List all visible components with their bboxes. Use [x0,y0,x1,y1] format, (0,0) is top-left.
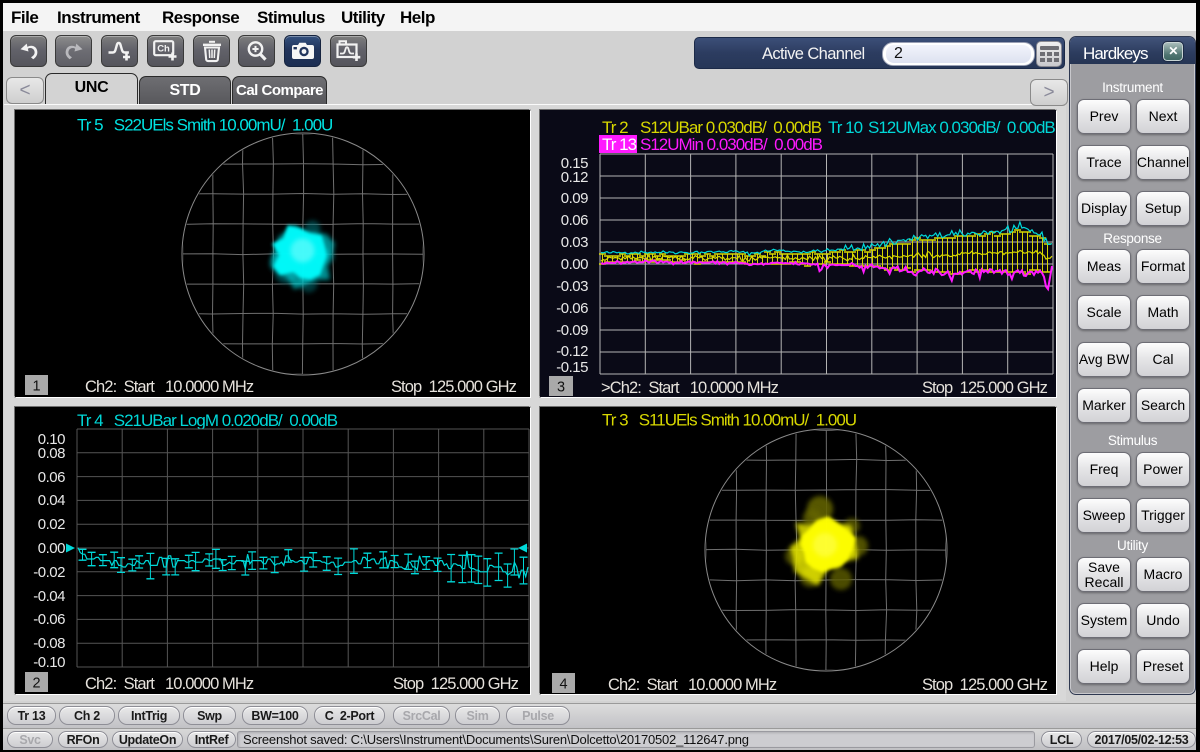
svg-text:Stop 125.000 GHz: Stop 125.000 GHz [393,675,519,693]
svg-text:-0.06: -0.06 [33,611,65,628]
svg-text:0.06: 0.06 [38,469,65,486]
svg-text:-0.15: -0.15 [556,359,588,376]
svg-text:0.09: 0.09 [561,190,588,207]
svg-text:0.02: 0.02 [38,516,65,533]
svg-text:Ch: Ch [157,44,170,55]
svg-text:0.12: 0.12 [561,169,588,186]
svg-text:Ch2: Start 10.0000 MHz: Ch2: Start 10.0000 MHz [85,675,254,693]
svg-text:>Ch2: Start 10.0000 MHz: >Ch2: Start 10.0000 MHz [601,379,779,397]
svg-text:0.00: 0.00 [561,256,588,273]
svg-text:-0.03: -0.03 [556,278,588,295]
svg-text:0.04: 0.04 [38,492,65,509]
svg-text:-0.09: -0.09 [556,322,588,339]
svg-text:Tr 5 S22UEls Smith 10.00mU/: Tr 5 S22UEls Smith 10.00mU/ 1.00U [77,116,332,135]
svg-text:Tr 13S12UMin 0.030dB/ 0.00dB: Tr 13S12UMin 0.030dB/ 0.00dB [602,135,823,154]
svg-text:-0.12: -0.12 [556,343,588,360]
svg-text:2: 2 [32,676,40,692]
svg-text:3: 3 [557,380,565,396]
svg-text:-0.08: -0.08 [33,635,65,652]
svg-text:-0.10: -0.10 [33,654,65,671]
svg-text:0.08: 0.08 [38,445,65,462]
svg-text:Tr 4 S21UBar LogM 0.020dB/: Tr 4 S21UBar LogM 0.020dB/ 0.00dB [77,411,338,430]
svg-text:0.06: 0.06 [561,212,588,229]
svg-text:0.03: 0.03 [561,234,588,251]
svg-text:-0.04: -0.04 [33,588,65,605]
svg-text:0.00: 0.00 [38,540,65,557]
svg-text:Stop 125.000 GHz: Stop 125.000 GHz [922,379,1048,397]
svg-text:-0.06: -0.06 [556,300,588,317]
svg-text:Stop 125.000 GHz: Stop 125.000 GHz [922,676,1048,694]
svg-text:Ch2: Start 10.0000 MHz: Ch2: Start 10.0000 MHz [85,378,254,396]
svg-text:-0.02: -0.02 [33,564,65,581]
svg-text:Ch2: Start 10.0000 MHz: Ch2: Start 10.0000 MHz [608,676,777,694]
svg-text:4: 4 [559,677,567,693]
svg-text:1: 1 [32,379,40,395]
svg-text:Tr 3 S11UEls Smith 10.00mU/: Tr 3 S11UEls Smith 10.00mU/ 1.00U [602,411,856,430]
svg-text:Stop 125.000 GHz: Stop 125.000 GHz [391,378,517,396]
